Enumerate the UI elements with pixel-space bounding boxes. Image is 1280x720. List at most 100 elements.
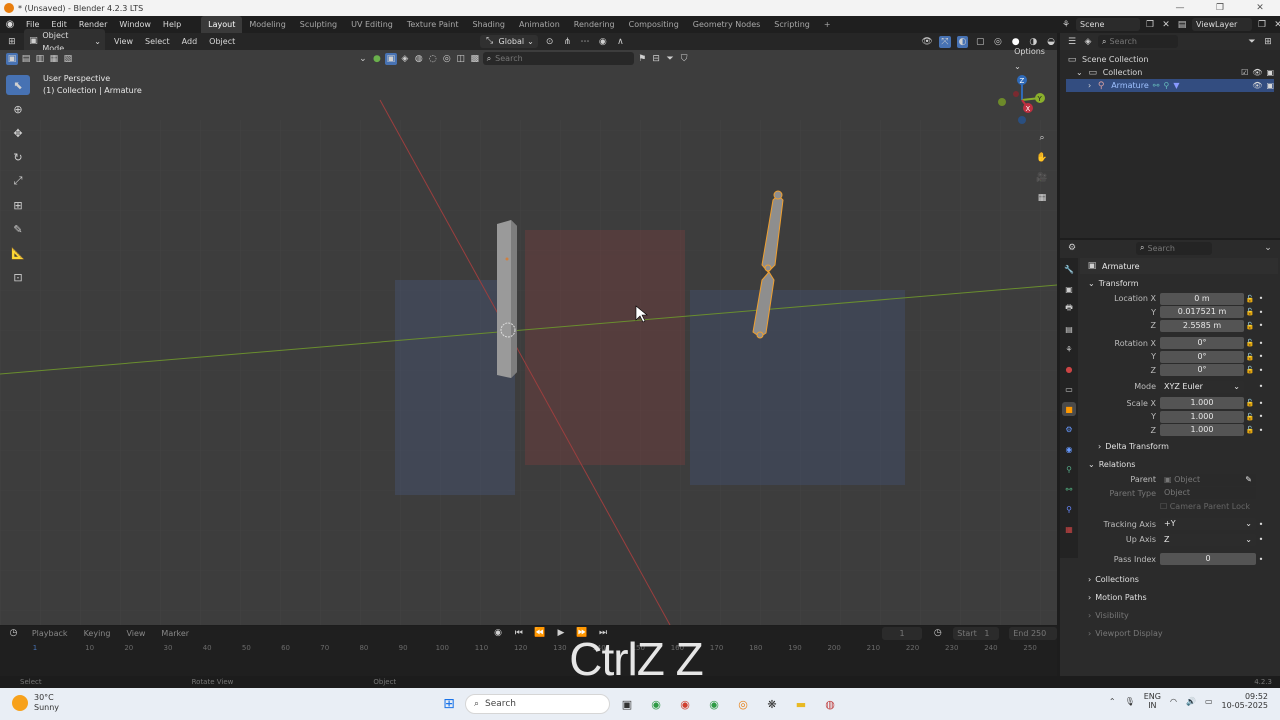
texture-tab-icon[interactable]: ▦ <box>1062 522 1076 536</box>
select-filter-icon[interactable]: ▣ <box>384 52 397 65</box>
close-button[interactable]: ✕ <box>1240 0 1280 16</box>
pan-hand-icon[interactable]: ✋ <box>1034 150 1050 166</box>
scene-field[interactable]: Scene <box>1076 18 1140 31</box>
transform-tool-icon[interactable]: ⊞ <box>6 195 30 215</box>
lock-icon[interactable]: 🔓 <box>1244 426 1256 434</box>
outliner-item-scene-collection[interactable]: ▭ Scene Collection <box>1066 53 1274 66</box>
task-view-icon[interactable]: ▣ <box>616 693 638 715</box>
visibility-selector-icon[interactable]: 👁 <box>921 36 933 48</box>
menu-add[interactable]: Add <box>179 34 201 49</box>
outliner-item-armature[interactable]: › ⚲ Armature ⚯ ⚲ ▼ 👁 ▣ <box>1066 79 1274 92</box>
3d-viewport[interactable] <box>0 50 1057 625</box>
view-layer-tab-icon[interactable]: ▤ <box>1062 322 1076 336</box>
render-tab-icon[interactable]: ▣ <box>1062 282 1076 296</box>
chrome-icon[interactable]: ◉ <box>645 693 667 715</box>
app-icon[interactable]: ◍ <box>819 693 841 715</box>
filter-icon[interactable]: ⏷ <box>1246 36 1258 48</box>
parent-type-field[interactable]: Object <box>1160 487 1256 500</box>
lock-icon[interactable]: 🔓 <box>1244 295 1256 303</box>
output-tab-icon[interactable]: 🖶 <box>1062 302 1076 316</box>
wifi-icon[interactable]: ◠ <box>1170 697 1177 706</box>
curve-icon[interactable]: ◍ <box>413 53 425 65</box>
keyframe-dot-icon[interactable]: • <box>1256 382 1266 391</box>
menu-view[interactable]: View <box>123 626 148 641</box>
parent-field[interactable]: ▣ Object ✎ <box>1160 473 1256 486</box>
delta-transform-header[interactable]: › Delta Transform <box>1080 437 1278 455</box>
select-box-icon[interactable]: ▣ <box>6 52 18 65</box>
object-type-icon[interactable]: ▣ <box>1086 260 1098 272</box>
outliner-editor-icon[interactable]: ☰ <box>1066 36 1078 48</box>
motion-paths-panel-header[interactable]: › Motion Paths <box>1080 588 1278 606</box>
tool-tab-icon[interactable]: 🔧 <box>1062 262 1076 276</box>
lock-icon[interactable]: 🔓 <box>1244 353 1256 361</box>
rotation-y-field[interactable]: 0° <box>1160 350 1244 363</box>
text-obj-icon[interactable]: ◫ <box>455 53 467 65</box>
eyedropper-icon[interactable]: ✎ <box>1245 474 1252 486</box>
proportional-edit-icon[interactable]: ◉ <box>597 36 609 48</box>
workspace-tab-animation[interactable]: Animation <box>512 16 567 33</box>
maximize-button[interactable]: ❐ <box>1200 0 1240 16</box>
workspace-tab-geometry-nodes[interactable]: Geometry Nodes <box>686 16 767 33</box>
delete-view-layer-icon[interactable]: ✕ <box>1272 19 1280 31</box>
lock-icon[interactable]: 🔓 <box>1244 366 1256 374</box>
rotate-tool-icon[interactable]: ↻ <box>6 147 30 167</box>
menu-view[interactable]: View <box>111 34 136 49</box>
tracking-axis-dropdown[interactable]: +Y ⌄ <box>1160 518 1256 531</box>
viewport-display-panel-header[interactable]: › Viewport Display <box>1080 624 1278 642</box>
keyframe-dot-icon[interactable]: • <box>1256 399 1266 408</box>
eye-icon[interactable]: 👁 <box>1252 81 1262 90</box>
delete-scene-icon[interactable]: ✕ <box>1160 19 1172 31</box>
location-x-field[interactable]: 0 m <box>1160 292 1244 305</box>
ortho-grid-icon[interactable]: ▦ <box>1034 190 1050 206</box>
colored-sphere-icon[interactable]: ● <box>371 53 383 65</box>
file-explorer-icon[interactable]: ▬ <box>790 693 812 715</box>
add-workspace-button[interactable]: + <box>817 16 838 33</box>
scene-tab-icon[interactable]: ⚘ <box>1062 342 1076 356</box>
workspace-tab-layout[interactable]: Layout <box>201 16 243 33</box>
keyframe-dot-icon[interactable]: • <box>1256 555 1266 564</box>
modifier-tab-icon[interactable]: ⚙ <box>1062 422 1076 436</box>
menu-object[interactable]: Object <box>206 34 238 49</box>
mesh-icon[interactable]: ◈ <box>399 53 411 65</box>
view-layer-icon[interactable]: ▤ <box>1176 19 1188 31</box>
collections-panel-header[interactable]: › Collections <box>1080 570 1278 588</box>
start-frame-field[interactable]: Start 1 <box>953 626 1000 640</box>
volume-icon[interactable]: ▩ <box>469 53 481 65</box>
location-z-field[interactable]: 2.5585 m <box>1160 319 1244 332</box>
object-name-field[interactable]: Armature <box>1102 262 1140 271</box>
funnel-icon[interactable]: ⏷ <box>664 53 676 65</box>
rotation-x-field[interactable]: 0° <box>1160 337 1244 350</box>
rotation-z-field[interactable]: 0° <box>1160 364 1244 377</box>
move-tool-icon[interactable]: ✥ <box>6 123 30 143</box>
view-layer-field[interactable]: ViewLayer <box>1192 18 1252 31</box>
clock[interactable]: 09:52 10-05-2025 <box>1222 692 1269 710</box>
pass-index-field[interactable]: 0 <box>1160 553 1256 566</box>
workspace-tab-sculpting[interactable]: Sculpting <box>293 16 344 33</box>
prev-key-icon[interactable]: ⏪ <box>534 627 545 639</box>
menu-marker[interactable]: Marker <box>158 626 192 641</box>
menu-keying[interactable]: Keying <box>81 626 114 641</box>
pivot-icon[interactable]: ⊙ <box>544 36 556 48</box>
menu-window[interactable]: Window <box>113 16 157 33</box>
gizmo-toggle-icon[interactable]: ⤧ <box>938 35 951 48</box>
zoom-icon[interactable]: ⌕ <box>1034 130 1050 146</box>
timeline-ruler[interactable]: 1 10 20 30 40 50 60 70 80 90 100 110 120 130 140 150 160… <box>0 644 1057 658</box>
menu-select[interactable]: Select <box>142 34 173 49</box>
new-scene-icon[interactable]: ❐ <box>1144 19 1156 31</box>
outliner-item-collection[interactable]: ⌄ ▭ Collection ☑ 👁 ▣ <box>1066 66 1274 79</box>
keyframe-dot-icon[interactable]: • <box>1256 412 1266 421</box>
select-invert-icon[interactable]: ▦ <box>48 53 60 65</box>
properties-search-field[interactable]: ⌕ Search <box>1136 241 1212 255</box>
scene-icon[interactable]: ⚘ <box>1060 19 1072 31</box>
camera-icon[interactable]: ▣ <box>1266 68 1274 77</box>
keyframe-dot-icon[interactable]: • <box>1256 535 1266 544</box>
properties-editor-icon[interactable]: ⚙ <box>1066 242 1078 254</box>
new-collection-icon[interactable]: ⊞ <box>1262 36 1274 48</box>
lock-icon[interactable]: 🔓 <box>1244 339 1256 347</box>
workspace-tab-shading[interactable]: Shading <box>465 16 512 33</box>
windows-start-icon[interactable]: ⊞ <box>438 693 460 715</box>
taskbar-search[interactable]: ⌕ Search <box>465 694 610 714</box>
display-mode-icon[interactable]: ◈ <box>1082 36 1094 48</box>
select-intersect-icon[interactable]: ▧ <box>62 53 74 65</box>
microphone-icon[interactable]: 🎙 <box>1125 697 1135 706</box>
